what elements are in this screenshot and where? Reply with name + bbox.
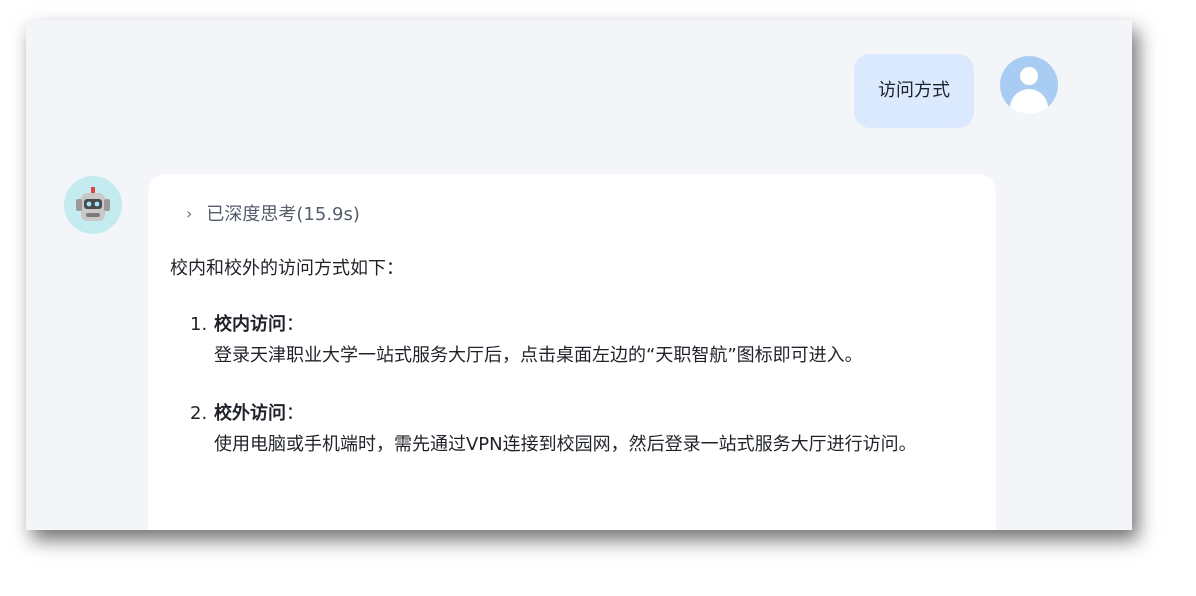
robot-avatar-graphic: [76, 187, 110, 221]
chevron-right-icon[interactable]: ›: [186, 204, 192, 223]
list-item-number: 2.: [190, 403, 208, 424]
list-item-title: 2. 校外访问：: [190, 399, 960, 429]
list-item-colon: ：: [286, 403, 304, 424]
user-avatar-head: [1020, 67, 1038, 85]
list-item-number: 1.: [190, 314, 208, 335]
answer-intro: 校内和校外的访问方式如下：: [170, 258, 404, 279]
thinking-toggle[interactable]: › 已深度思考(15.9s): [186, 200, 360, 226]
user-avatar-icon[interactable]: [1000, 56, 1058, 114]
list-item: 1. 校内访问： 登录天津职业大学一站式服务大厅后，点击桌面左边的“天职智航”图标…: [190, 310, 960, 371]
user-avatar-body: [1010, 89, 1048, 114]
list-item: 2. 校外访问： 使用电脑或手机端时，需先通过VPN连接到校园网，然后登录一站式服…: [190, 399, 960, 460]
list-item-description: 使用电脑或手机端时，需先通过VPN连接到校园网，然后登录一站式服务大厅进行访问。: [214, 434, 917, 455]
assistant-message-card: › 已深度思考(15.9s) 校内和校外的访问方式如下： 1. 校内访问： 登录天…: [148, 174, 996, 530]
robot-avatar-icon: [64, 176, 122, 234]
list-item-heading: 校内访问: [214, 314, 286, 335]
thinking-label: 已深度思考(15.9s): [206, 204, 360, 225]
list-item-heading: 校外访问: [214, 403, 286, 424]
user-message-row: 访问方式: [854, 54, 1058, 128]
list-item-colon: ：: [286, 314, 304, 335]
user-message-bubble: 访问方式: [854, 54, 974, 128]
answer-list: 1. 校内访问： 登录天津职业大学一站式服务大厅后，点击桌面左边的“天职智航”图标…: [190, 310, 960, 488]
list-item-description: 登录天津职业大学一站式服务大厅后，点击桌面左边的“天职智航”图标即可进入。: [214, 345, 863, 366]
chat-window: 访问方式 › 已深度思考(15.9s) 校内和校外的访问方式如下： 1. 校内访问…: [26, 20, 1132, 530]
list-item-title: 1. 校内访问：: [190, 310, 960, 340]
